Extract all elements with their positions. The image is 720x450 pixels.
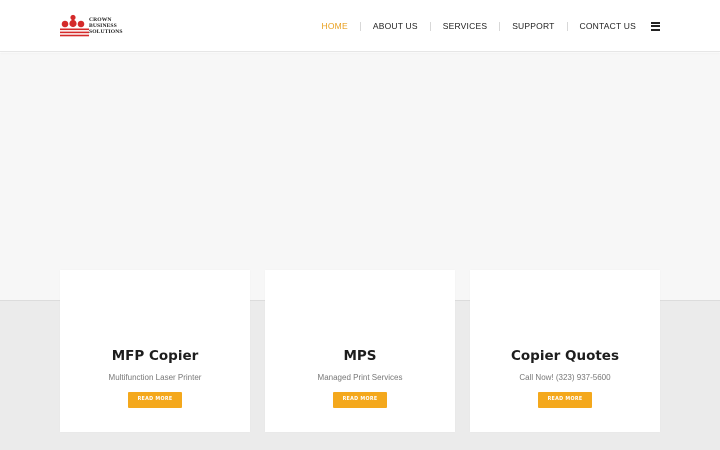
logo-text: CROWN BUSINESS SOLUTIONS [89, 17, 123, 35]
nav-item-support[interactable]: SUPPORT [512, 21, 554, 31]
nav-item-contact-us[interactable]: CONTACT US [580, 21, 636, 31]
hamburger-icon[interactable] [651, 21, 660, 31]
service-card-mfp-copier: MFP Copier Multifunction Laser Printer R… [60, 270, 250, 432]
nav-item-about-us[interactable]: ABOUT US [373, 21, 418, 31]
crown-logo[interactable]: CROWN BUSINESS SOLUTIONS [60, 14, 132, 38]
logo-dots-icon [60, 14, 89, 37]
read-more-button[interactable]: READ MORE [538, 392, 592, 408]
card-title: Copier Quotes [511, 348, 619, 364]
hero-banner [0, 53, 720, 300]
card-subtitle: Managed Print Services [317, 373, 403, 382]
card-title: MFP Copier [111, 348, 199, 364]
card-subtitle: Multifunction Laser Printer [108, 373, 202, 382]
site-header: CROWN BUSINESS SOLUTIONS HOME ABOUT US S… [0, 0, 720, 52]
card-title: MPS [343, 348, 377, 364]
nav-item-home[interactable]: HOME [322, 21, 348, 31]
read-more-button[interactable]: READ MORE [128, 392, 182, 408]
card-subtitle: Call Now! (323) 937-5600 [519, 373, 611, 382]
nav-divider [566, 21, 568, 31]
logo-line-3: SOLUTIONS [89, 29, 123, 35]
service-card-copier-quotes: Copier Quotes Call Now! (323) 937-5600 R… [470, 270, 660, 432]
read-more-button[interactable]: READ MORE [333, 392, 387, 408]
nav-divider [429, 21, 431, 31]
nav-item-services[interactable]: SERVICES [443, 21, 487, 31]
nav-divider [499, 21, 501, 31]
main-nav: HOME ABOUT US SERVICES SUPPORT CONTACT U… [322, 0, 660, 52]
nav-divider [359, 21, 361, 31]
service-card-mps: MPS Managed Print Services READ MORE [265, 270, 455, 432]
